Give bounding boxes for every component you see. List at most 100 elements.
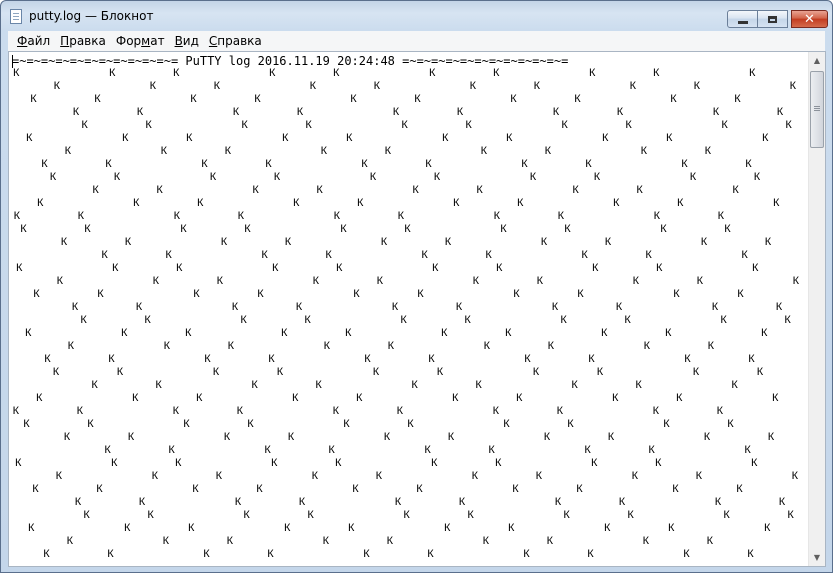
title-bar[interactable]: putty.log — Блокнот ✕ (1, 1, 832, 31)
log-char: К (645, 249, 652, 261)
log-char: К (36, 392, 43, 404)
log-char: К (731, 379, 738, 391)
log-char: К (172, 405, 180, 417)
log-char: К (756, 366, 764, 378)
menu-file[interactable]: Файл (8, 34, 55, 48)
log-char: К (632, 275, 640, 287)
log-char: К (307, 509, 314, 521)
log-char: К (523, 548, 530, 560)
log-char: К (655, 457, 662, 469)
arrow-down-icon: ▼ (813, 553, 821, 562)
log-char: К (403, 509, 410, 521)
log-char: К (325, 249, 332, 261)
log-char: К (55, 470, 63, 482)
log-char: К (496, 262, 503, 274)
log-char: К (397, 210, 405, 222)
menu-view[interactable]: Вид (170, 34, 204, 48)
log-char: К (231, 301, 239, 313)
minimize-button[interactable] (727, 10, 758, 28)
log-char: К (188, 522, 195, 534)
log-char: К (576, 483, 583, 495)
log-char: К (772, 392, 779, 404)
log-char: К (333, 210, 341, 222)
log-char: К (216, 275, 224, 287)
log-char: К (485, 249, 492, 261)
log-char: К (483, 340, 491, 352)
log-char: К (107, 548, 114, 560)
log-char: К (640, 145, 648, 157)
log-char: К (764, 522, 771, 534)
log-char: К (427, 548, 434, 560)
log-char: К (441, 327, 448, 339)
menu-format[interactable]: Формат (111, 34, 170, 48)
log-char: К (363, 548, 370, 560)
menu-edit[interactable]: Правка (55, 34, 111, 48)
log-char: К (116, 366, 124, 378)
log-char: К (163, 340, 171, 352)
text-editor[interactable]: =~=~=~=~=~=~=~=~=~=~=~= PuTTY log 2016.1… (8, 51, 826, 567)
log-char: К (717, 210, 725, 222)
log-char: К (83, 509, 90, 521)
log-char: К (421, 249, 428, 261)
log-char: К (192, 483, 199, 495)
log-char: К (636, 184, 643, 196)
log-char: К (546, 535, 554, 547)
log-char: К (458, 496, 466, 508)
vertical-scrollbar[interactable]: ▲ ▼ (808, 52, 825, 566)
scroll-thumb[interactable] (810, 71, 824, 148)
log-char: К (254, 93, 261, 105)
log-char: К (444, 236, 452, 248)
log-char: К (251, 379, 258, 391)
menu-format-rest: ат (150, 34, 165, 48)
log-char: К (348, 522, 355, 534)
log-char: К (452, 392, 459, 404)
log-char: К (383, 431, 391, 443)
log-char: К (328, 444, 335, 456)
log-char: К (429, 67, 436, 79)
log-char: К (234, 496, 242, 508)
log-char: К (627, 509, 634, 521)
log-char: К (49, 171, 57, 183)
close-button[interactable]: ✕ (791, 10, 828, 28)
log-char: К (482, 535, 490, 547)
menu-help[interactable]: Справка (204, 34, 267, 48)
scroll-up-button[interactable]: ▲ (809, 52, 825, 69)
log-char: К (602, 132, 609, 144)
notepad-icon[interactable] (10, 9, 22, 24)
log-char: К (551, 301, 559, 313)
log-char: К (792, 275, 800, 287)
log-char: К (43, 548, 50, 560)
log-char: К (357, 197, 364, 209)
log-char: К (665, 327, 672, 339)
log-char: К (571, 379, 578, 391)
log-char: К (404, 223, 411, 235)
log-char: К (264, 444, 271, 456)
log-char: К (547, 340, 555, 352)
maximize-button[interactable] (758, 10, 788, 28)
text-area[interactable]: =~=~=~=~=~=~=~=~=~=~=~= PuTTY log 2016.1… (9, 52, 809, 566)
log-char: К (165, 249, 172, 261)
log-char: К (414, 93, 421, 105)
log-char: К (223, 431, 231, 443)
log-char: К (668, 522, 675, 534)
log-char: К (284, 522, 291, 534)
log-char: К (284, 236, 292, 248)
log-char: К (789, 80, 797, 92)
log-char: К (282, 132, 289, 144)
log-char: К (425, 158, 432, 170)
log-char: К (508, 522, 515, 534)
log-char: К (524, 353, 531, 365)
log-char: К (432, 262, 439, 274)
log-char: К (721, 119, 728, 131)
scroll-down-button[interactable]: ▼ (809, 549, 825, 566)
log-char: К (577, 288, 584, 300)
log-char: К (20, 223, 27, 235)
log-char: К (175, 457, 182, 469)
log-char: К (97, 288, 104, 300)
log-char: К (124, 236, 132, 248)
log-char: К (101, 249, 108, 261)
log-char: К (392, 106, 400, 118)
log-char: К (155, 379, 162, 391)
log-char: К (476, 184, 483, 196)
log-char: К (293, 197, 300, 209)
